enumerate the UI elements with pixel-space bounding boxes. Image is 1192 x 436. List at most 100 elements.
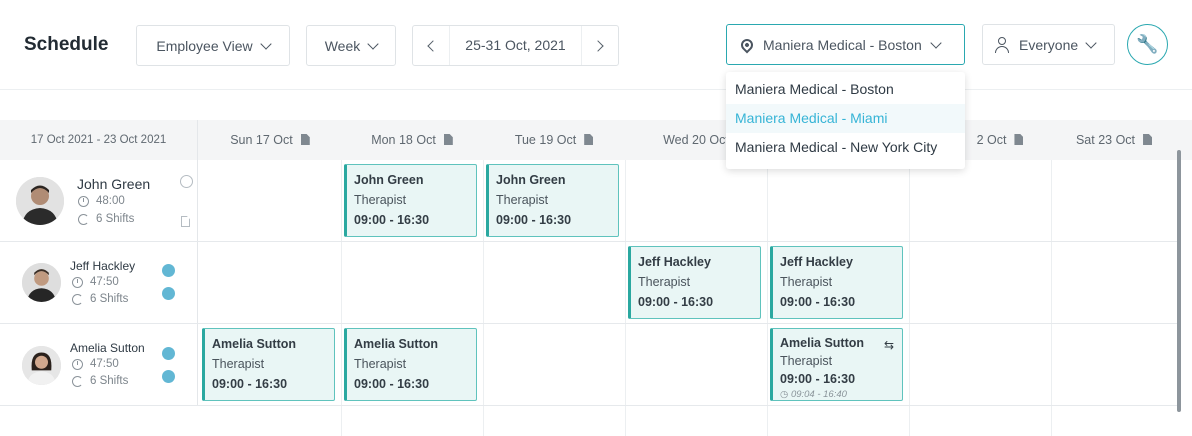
shift-clocked-time-value: 09:04 - 16:40 [790, 389, 847, 400]
shift-time: 09:00 - 16:30 [212, 377, 288, 391]
document-icon[interactable] [162, 370, 175, 383]
employee-info[interactable]: John Green 48:00 6 Shifts [0, 160, 198, 241]
wrench-icon: 🔧 [1136, 34, 1159, 54]
employee-hours: 47:50 [72, 358, 119, 370]
employee-shifts-value: 6 Shifts [90, 375, 129, 387]
shift-count-icon [78, 213, 89, 225]
shift-card[interactable]: ⇆ Amelia Sutton Therapist 09:00 - 16:30 … [770, 328, 903, 401]
settings-wrench-button[interactable]: 🔧 [1127, 24, 1168, 65]
day-header-sun[interactable]: Sun 17 Oct [199, 120, 341, 160]
chevron-down-icon [367, 37, 379, 50]
shift-count-icon [72, 375, 83, 387]
period-select-button[interactable]: Week [306, 25, 396, 66]
view-select-button[interactable]: Employee View [136, 25, 290, 66]
day-header-tue[interactable]: Tue 19 Oct [483, 120, 625, 160]
shift-employee-name: John Green [496, 173, 566, 187]
chevron-down-icon [259, 37, 272, 50]
day-header-label: Sun 17 Oct [230, 133, 293, 147]
day-header-sat[interactable]: Sat 23 Oct [1051, 120, 1177, 160]
avatar [22, 263, 61, 302]
employee-info[interactable]: Jeff Hackley 47:50 6 Shifts [0, 242, 198, 323]
shift-card[interactable]: Jeff Hackley Therapist 09:00 - 16:30 [770, 246, 903, 319]
shift-employee-name: Amelia Sutton [212, 337, 297, 351]
employee-row: Jeff Hackley 47:50 6 Shifts [0, 242, 1180, 324]
shift-role: Therapist [354, 357, 407, 371]
shift-time: 09:00 - 16:30 [496, 213, 572, 227]
shift-clocked-time: ◷ 09:04 - 16:40 [780, 389, 847, 400]
location-pin-icon [738, 36, 756, 53]
vertical-scrollbar[interactable] [1177, 150, 1181, 412]
page-title: Schedule [24, 34, 109, 55]
employee-shifts: 6 Shifts [72, 293, 128, 305]
previous-range-label: 17 Oct 2021 - 23 Oct 2021 [0, 120, 198, 160]
shift-employee-name: John Green [354, 173, 424, 187]
document-icon[interactable] [300, 134, 310, 145]
shift-role: Therapist [638, 275, 691, 289]
employee-hours: 48:00 [78, 195, 125, 207]
people-filter-button[interactable]: Everyone [982, 24, 1115, 65]
employee-shifts-value: 6 Shifts [96, 213, 135, 225]
shift-time: 09:00 - 16:30 [780, 295, 856, 309]
person-search-icon [995, 36, 1013, 53]
document-icon[interactable] [443, 134, 453, 145]
location-select-button[interactable]: Maniera Medical - Boston [726, 24, 965, 65]
shift-employee-name: Jeff Hackley [780, 255, 853, 269]
shift-employee-name: Amelia Sutton [354, 337, 439, 351]
shift-role: Therapist [780, 354, 833, 368]
shift-role: Therapist [496, 193, 549, 207]
employee-shifts-value: 6 Shifts [90, 293, 129, 305]
employee-hours: 47:50 [72, 276, 119, 288]
shift-card[interactable]: Amelia Sutton Therapist 09:00 - 16:30 [202, 328, 335, 401]
shift-card[interactable]: John Green Therapist 09:00 - 16:30 [344, 164, 477, 237]
shift-time: 09:00 - 16:30 [780, 372, 856, 386]
day-header-label: Wed 20 Oct [663, 133, 729, 147]
employee-name: Amelia Sutton [70, 341, 145, 355]
document-icon[interactable] [584, 134, 594, 145]
clock-icon [72, 358, 83, 370]
toolbar: Schedule Employee View Week 25-31 Oct, 2… [0, 0, 1192, 90]
globe-icon[interactable] [162, 264, 175, 277]
date-navigator: 25-31 Oct, 2021 [412, 25, 619, 66]
clock-icon [78, 195, 89, 207]
view-select-label: Employee View [156, 37, 253, 54]
avatar [16, 177, 64, 225]
location-option-boston[interactable]: Maniera Medical - Boston [726, 75, 965, 104]
location-option-miami[interactable]: Maniera Medical - Miami [726, 104, 965, 133]
chevron-right-icon [592, 39, 604, 52]
shift-card[interactable]: Jeff Hackley Therapist 09:00 - 16:30 [628, 246, 761, 319]
swap-icon[interactable]: ⇆ [884, 338, 894, 352]
shift-role: Therapist [354, 193, 407, 207]
shift-time: 09:00 - 16:30 [354, 213, 430, 227]
location-select-label: Maniera Medical - Boston [763, 36, 922, 53]
document-icon[interactable] [1143, 134, 1153, 145]
shift-role: Therapist [780, 275, 833, 289]
shift-card[interactable]: Amelia Sutton Therapist 09:00 - 16:30 [344, 328, 477, 401]
chevron-down-icon [1085, 36, 1097, 49]
globe-icon[interactable] [180, 175, 193, 188]
document-icon[interactable] [1014, 134, 1024, 145]
period-select-label: Week [324, 37, 361, 54]
shift-time: 09:00 - 16:30 [354, 377, 430, 391]
employee-hours-value: 47:50 [90, 358, 119, 370]
prev-week-button[interactable] [413, 26, 449, 65]
employee-hours-value: 47:50 [90, 276, 119, 288]
shift-count-icon [72, 293, 83, 305]
chevron-down-icon [930, 36, 942, 49]
day-header-label: 2 Oct [976, 133, 1007, 147]
next-week-button[interactable] [582, 26, 618, 65]
grid-header: 17 Oct 2021 - 23 Oct 2021 Sun 17 Oct Mon… [0, 120, 1192, 160]
location-option-new-york-city[interactable]: Maniera Medical - New York City [726, 133, 965, 162]
location-dropdown: Maniera Medical - Boston Maniera Medical… [726, 72, 965, 169]
avatar [22, 346, 61, 385]
document-icon[interactable] [181, 216, 190, 227]
employee-info[interactable]: Amelia Sutton 47:50 6 Shifts [0, 324, 198, 405]
shift-time: 09:00 - 16:30 [638, 295, 714, 309]
employee-shifts: 6 Shifts [78, 213, 134, 225]
day-header-mon[interactable]: Mon 18 Oct [341, 120, 483, 160]
document-icon[interactable] [162, 287, 175, 300]
shift-card[interactable]: John Green Therapist 09:00 - 16:30 [486, 164, 619, 237]
globe-icon[interactable] [162, 347, 175, 360]
people-filter-label: Everyone [1019, 36, 1079, 53]
chevron-left-icon [427, 39, 439, 52]
date-range-label[interactable]: 25-31 Oct, 2021 [449, 26, 582, 65]
